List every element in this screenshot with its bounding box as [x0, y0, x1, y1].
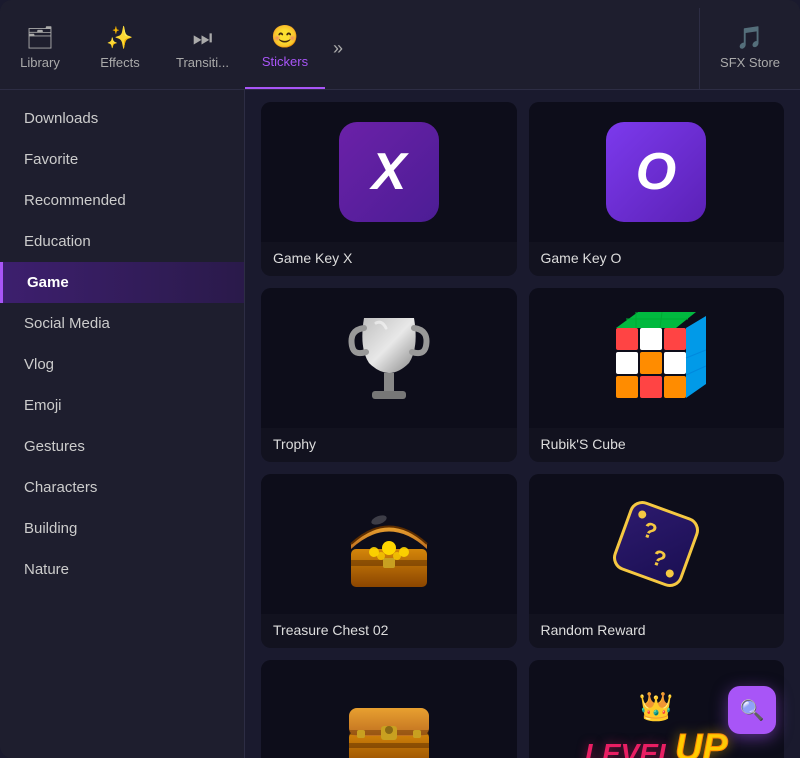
sidebar-item-social-media[interactable]: Social Media: [0, 303, 244, 344]
sfx-icon: 🎵: [736, 27, 763, 49]
sticker-image-game-key-o: O: [529, 102, 785, 242]
sticker-image-treasure-02: [261, 474, 517, 614]
nav-transitions-label: Transiti...: [176, 55, 229, 70]
sticker-label-game-key-o: Game Key O: [529, 242, 785, 276]
nav-effects-label: Effects: [100, 55, 140, 70]
sticker-card-game-key-x[interactable]: X Game Key X: [261, 102, 517, 276]
search-icon: 🔍: [740, 698, 765, 723]
sidebar-item-emoji[interactable]: Emoji: [0, 385, 244, 426]
nav-transitions[interactable]: ⏭ Transiti...: [160, 8, 245, 89]
up-text: UP: [675, 727, 728, 758]
library-icon: 🗂: [26, 27, 54, 49]
sidebar-item-recommended[interactable]: Recommended: [0, 180, 244, 221]
stickers-icon: 😊: [271, 26, 298, 48]
nav-library-label: Library: [20, 55, 60, 70]
crown-icon: 👑: [639, 690, 674, 723]
grid-area: X Game Key X: [245, 90, 800, 758]
sticker-image-game-key-x: X: [261, 102, 517, 242]
sidebar-item-favorite[interactable]: Favorite: [0, 139, 244, 180]
sticker-label-game-key-x: Game Key X: [261, 242, 517, 276]
level-text: LEVEL: [585, 738, 675, 758]
search-fab-button[interactable]: 🔍: [728, 686, 776, 734]
sticker-card-trophy[interactable]: Trophy: [261, 288, 517, 462]
nav-library[interactable]: 🗂 Library: [0, 8, 80, 89]
sticker-label-trophy: Trophy: [261, 428, 517, 462]
sticker-image-treasure-01: [261, 660, 517, 758]
level-up-text-row: LEVEL UP: [585, 727, 728, 758]
nav-sfx[interactable]: 🎵 SFX Store: [699, 8, 800, 89]
sticker-card-random-reward[interactable]: ? ? Random Reward: [529, 474, 785, 648]
sticker-image-trophy: [261, 288, 517, 428]
sidebar-item-characters[interactable]: Characters: [0, 467, 244, 508]
sidebar-item-education[interactable]: Education: [0, 221, 244, 262]
sticker-grid: X Game Key X: [261, 90, 784, 758]
sticker-card-game-key-o[interactable]: O Game Key O: [529, 102, 785, 276]
nav-stickers[interactable]: 😊 Stickers: [245, 8, 325, 89]
top-nav: 🗂 Library ✨ Effects ⏭ Transiti... 😊 Stic…: [0, 0, 800, 90]
nav-sfx-label: SFX Store: [720, 55, 780, 70]
nav-effects[interactable]: ✨ Effects: [80, 8, 160, 89]
sticker-label-treasure-02: Treasure Chest 02: [261, 614, 517, 648]
main-content: Downloads Favorite Recommended Education…: [0, 90, 800, 758]
svg-text:X: X: [368, 143, 409, 201]
app-container: 🗂 Library ✨ Effects ⏭ Transiti... 😊 Stic…: [0, 0, 800, 758]
sticker-card-treasure-01[interactable]: Treasure Chest 01: [261, 660, 517, 758]
sidebar-item-nature[interactable]: Nature: [0, 549, 244, 590]
effects-icon: ✨: [106, 27, 133, 49]
svg-text:O: O: [636, 143, 676, 201]
sidebar-item-building[interactable]: Building: [0, 508, 244, 549]
sticker-label-rubiks: Rubik'S Cube: [529, 428, 785, 462]
sticker-image-rubiks: [529, 288, 785, 428]
sidebar-item-vlog[interactable]: Vlog: [0, 344, 244, 385]
sidebar-item-gestures[interactable]: Gestures: [0, 426, 244, 467]
sidebar-item-downloads[interactable]: Downloads: [0, 98, 244, 139]
sidebar-item-game[interactable]: Game: [0, 262, 244, 303]
sticker-image-random-reward: ? ?: [529, 474, 785, 614]
sticker-label-random-reward: Random Reward: [529, 614, 785, 648]
sticker-card-treasure-02[interactable]: Treasure Chest 02: [261, 474, 517, 648]
transitions-icon: ⏭: [193, 27, 213, 49]
sidebar: Downloads Favorite Recommended Education…: [0, 90, 245, 758]
sticker-card-rubiks[interactable]: Rubik'S Cube: [529, 288, 785, 462]
nav-stickers-label: Stickers: [262, 54, 308, 69]
nav-more-button[interactable]: »: [325, 38, 351, 59]
